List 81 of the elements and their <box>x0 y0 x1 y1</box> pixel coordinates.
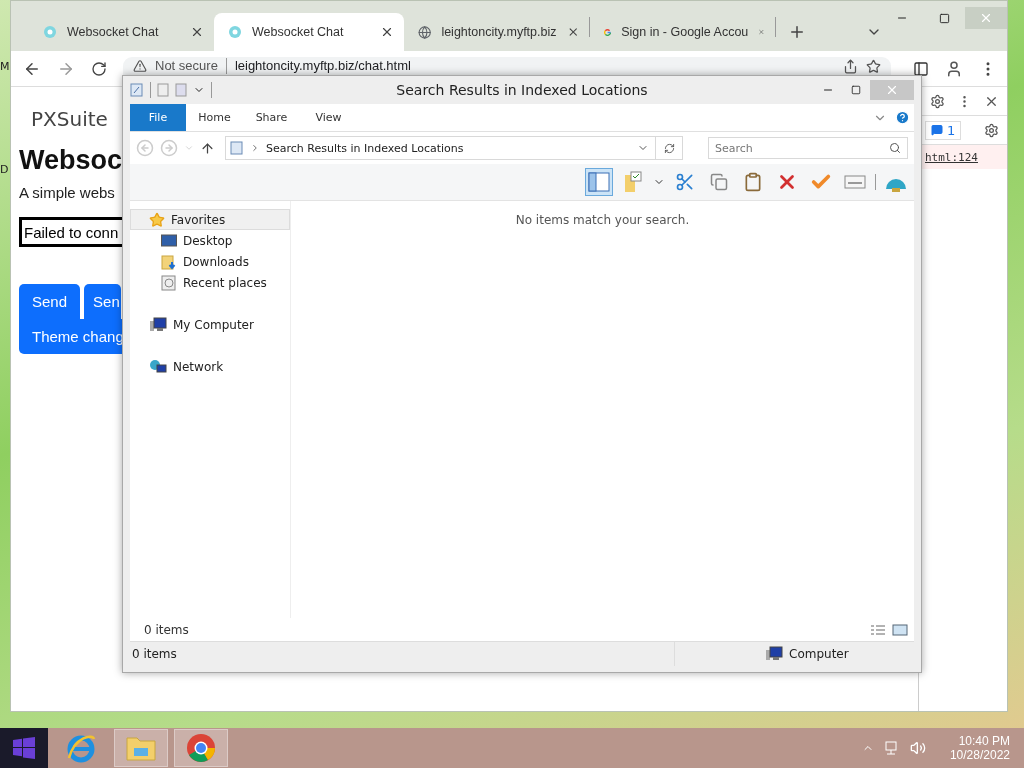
address-bar[interactable]: Not secure leightoncity.myftp.biz/chat.html <box>123 57 891 75</box>
taskbar-app-button[interactable] <box>174 729 228 767</box>
nav-pane-item[interactable]: Recent places <box>130 272 290 293</box>
windows-logo-icon <box>12 736 36 760</box>
desktop-icon <box>161 233 177 248</box>
status-location: Computer <box>789 647 849 661</box>
volume-icon[interactable] <box>909 740 926 756</box>
url-text: leightoncity.myftp.biz/chat.html <box>234 59 411 73</box>
ribbon-tab[interactable]: Share <box>243 104 300 131</box>
profile-icon[interactable] <box>945 59 963 78</box>
close-icon <box>979 11 993 25</box>
desktop-icon-label: M <box>0 60 10 73</box>
browser-tab[interactable]: Websocket Chat <box>214 13 404 51</box>
globe-icon <box>418 24 432 40</box>
close-icon[interactable] <box>190 25 204 39</box>
nav-pane-item[interactable]: Network <box>130 356 290 377</box>
tab-title: Websocket Chat <box>252 25 345 39</box>
send-button[interactable]: Send <box>19 284 81 319</box>
folder-icon <box>125 734 157 762</box>
page-heading: Websoc <box>19 145 123 176</box>
chevron-right-icon[interactable] <box>250 143 260 153</box>
warning-icon <box>133 59 147 73</box>
reload-icon[interactable] <box>91 60 107 77</box>
chrome-icon <box>185 732 217 764</box>
search-field[interactable]: Search <box>708 137 908 159</box>
bookmark-star-icon[interactable] <box>866 58 881 74</box>
ribbon-tab[interactable]: Home <box>186 104 243 131</box>
search-folder-icon <box>230 141 244 155</box>
tab-title: Sign in - Google Accou <box>621 25 749 39</box>
source-link[interactable]: html:124 <box>919 145 1007 169</box>
recent-places-icon <box>161 274 177 291</box>
browser-tab[interactable]: leightoncity.myftp.biz <box>404 13 589 51</box>
chat-icon <box>43 25 57 39</box>
properties-icon[interactable] <box>157 83 169 97</box>
nav-pane-item[interactable]: Downloads <box>130 251 290 272</box>
download-folder-icon <box>161 253 177 270</box>
navbar-brand[interactable]: PXSuite <box>31 107 108 131</box>
details-view-icon[interactable] <box>870 623 886 636</box>
item-count: 0 items <box>144 622 189 637</box>
ribbon-tab[interactable]: View <box>300 104 357 131</box>
network-icon <box>149 358 167 375</box>
message-count-badge[interactable]: 1 <box>925 120 962 140</box>
empty-message: No items match your search. <box>515 213 690 227</box>
browser-tab[interactable]: Websocket Chat <box>29 13 214 51</box>
internet-explorer-icon <box>65 732 97 764</box>
message-icon <box>931 124 943 136</box>
search-icon[interactable] <box>889 142 901 154</box>
security-label: Not secure <box>155 59 218 73</box>
start-button[interactable] <box>0 728 48 768</box>
refresh-icon[interactable] <box>663 142 675 154</box>
star-icon <box>149 211 165 228</box>
maximize-icon <box>938 12 950 24</box>
nav-pane-item[interactable]: My Computer <box>130 314 290 335</box>
close-icon[interactable] <box>380 25 394 39</box>
tab-title: Websocket Chat <box>67 25 160 39</box>
nav-pane-item[interactable]: Desktop <box>130 230 290 251</box>
layout-pane-button[interactable] <box>585 168 613 196</box>
new-tab-icon[interactable] <box>788 23 806 41</box>
large-icons-view-icon[interactable] <box>892 623 908 636</box>
page-subtitle: A simple webs <box>19 184 115 201</box>
side-panel-icon[interactable] <box>913 60 929 77</box>
desktop-icon-label: D <box>0 163 9 176</box>
computer-icon <box>765 646 783 662</box>
up-icon[interactable] <box>200 140 215 156</box>
settings-icon[interactable] <box>930 93 945 109</box>
status-item-count: 0 items <box>131 647 178 661</box>
browser-tab[interactable]: Sign in - Google Accou <box>590 13 775 51</box>
share-icon[interactable] <box>843 58 858 74</box>
maximize-icon <box>851 85 861 95</box>
close-icon <box>885 83 899 97</box>
send-button[interactable]: Sen <box>84 284 121 319</box>
computer-icon <box>149 316 167 333</box>
window-title: Search Results in Indexed Locations <box>396 82 648 98</box>
search-folder-icon <box>130 83 144 97</box>
help-icon[interactable] <box>895 110 910 125</box>
chat-icon <box>228 25 242 39</box>
network-icon[interactable] <box>883 740 900 756</box>
tab-title: leightoncity.myftp.biz <box>441 25 557 39</box>
nav-pane-item[interactable]: Favorites <box>130 209 290 230</box>
settings-icon[interactable] <box>984 122 999 138</box>
address-field[interactable]: Search Results in Indexed Locations <box>225 136 683 160</box>
